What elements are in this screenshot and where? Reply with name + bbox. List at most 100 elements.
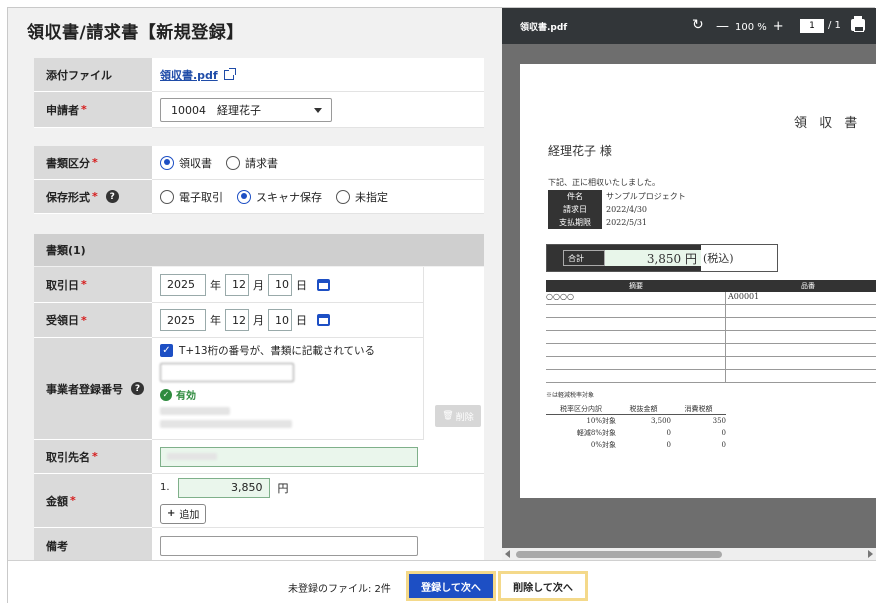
calendar-icon[interactable] (317, 314, 330, 326)
receipt-month-input[interactable]: 12 (225, 309, 249, 331)
pdf-tax-table: 税率区分内訳 税抜金額 消費税額 10%対象 3,500 350 軽減8%対象 … (546, 404, 726, 451)
receipt-day-input[interactable]: 10 (268, 309, 292, 331)
add-button[interactable]: + 追加 (160, 503, 207, 524)
pdf-total-note: (税込) (703, 252, 734, 265)
pdf-tax-header: 税率区分内訳 税抜金額 消費税額 (546, 404, 726, 415)
delete-button[interactable]: 🗑 削除 (435, 405, 481, 427)
partner-input[interactable] (160, 446, 418, 467)
scroll-right-icon[interactable] (868, 550, 873, 558)
radio-unspecified[interactable]: 未指定 (336, 189, 388, 205)
month-unit: 月 (253, 314, 264, 327)
pdf-table-row (546, 370, 876, 383)
radio-receipt[interactable]: 領収書 (160, 155, 212, 171)
applicant-value: 10004 経理花子 (171, 103, 261, 117)
radio-empty-icon (160, 189, 174, 204)
radio-empty-icon (336, 189, 350, 204)
notes-label: 備考 (34, 528, 152, 560)
radio-invoice[interactable]: 請求書 (226, 155, 278, 171)
radio-electronic[interactable]: 電子取引 (160, 189, 223, 205)
pdf-info-row: 請求日 2022/4/30 (548, 203, 686, 216)
notes-row: 備考 (34, 528, 484, 560)
transaction-year-input[interactable]: 2025 (160, 273, 206, 296)
amount-row: 金額 * 1. 3,850 円 + 追加 (34, 474, 484, 528)
receipt-date-row: 受領日 * 2025 年 12 月 10 日 (34, 303, 423, 338)
applicant-label: 申請者 (46, 103, 79, 117)
rotate-icon[interactable]: ↻ (692, 17, 704, 33)
notes-input[interactable] (160, 535, 418, 556)
attachment-link[interactable]: 領収書.pdf (160, 67, 218, 83)
doc-type-row: 書類区分 * 領収書 請求書 (34, 146, 484, 180)
section-header: 書類(1) (34, 234, 484, 266)
pdf-info-row: 件名 サンプルプロジェクト (548, 190, 686, 203)
pdf-tax-row: 10%対象 3,500 350 (586, 417, 726, 425)
help-icon[interactable]: ? (105, 190, 119, 203)
storage-row: 保存形式 *? 電子取引 スキャナ保存 未指定 (34, 180, 484, 214)
radio-selected-icon (237, 189, 251, 204)
pdf-table-row (546, 305, 876, 318)
print-icon[interactable] (851, 16, 865, 32)
required-mark: * (92, 190, 98, 203)
required-mark: * (81, 278, 87, 291)
radio-scanner[interactable]: スキャナ保存 (237, 189, 322, 205)
transaction-month-input[interactable]: 12 (225, 273, 249, 296)
partner-label: 取引先名 (46, 450, 90, 464)
business-reg-input[interactable] (160, 363, 294, 382)
form-panel: 領収書/請求書【新規登録】 添付ファイル 領収書.pdf 申請者 * 10004 … (8, 8, 502, 560)
calendar-icon[interactable] (317, 278, 330, 291)
attachment-row: 添付ファイル 領収書.pdf (34, 58, 484, 92)
pdf-table-row (546, 318, 876, 331)
amount-unit: 円 (277, 481, 289, 495)
radio-empty-icon (226, 155, 240, 170)
pdf-info-table: 件名 サンプルプロジェクト 請求日 2022/4/30 支払期限 2022/5/31 (548, 190, 686, 229)
required-mark: * (70, 494, 76, 507)
receipt-year-input[interactable]: 2025 (160, 309, 206, 331)
page-total: / 1 (828, 20, 841, 31)
year-unit: 年 (210, 314, 221, 327)
checkbox-checked-icon[interactable]: ✓ (160, 344, 173, 357)
pdf-tax-note: ※は軽減税率対象 (546, 392, 595, 399)
pdf-tax-row: 0%対象 0 0 (590, 441, 726, 449)
pdf-viewer: 領収書.pdf ↻ — 100 % + 1 / 1 領 収 書 経理花子 様 下記、… (502, 8, 876, 560)
redacted-text (160, 420, 292, 428)
help-icon[interactable]: ? (131, 382, 144, 395)
page-number-input[interactable]: 1 (800, 19, 824, 33)
applicant-select[interactable]: 10004 経理花子 (160, 97, 332, 122)
day-unit: 日 (296, 278, 307, 292)
redacted-text (167, 453, 217, 460)
pdf-tax-row: 軽減8%対象 0 0 (576, 429, 726, 437)
valid-text: 有効 (176, 391, 196, 402)
scrollbar-thumb[interactable] (516, 551, 722, 558)
register-next-button[interactable]: 登録して次へ (406, 571, 496, 601)
amount-label: 金額 (46, 494, 68, 508)
attachment-label: 添付ファイル (34, 58, 152, 92)
radio-selected-icon (160, 155, 174, 170)
transaction-date-label: 取引日 (46, 278, 79, 292)
zoom-level: 100 % (735, 22, 767, 33)
pdf-table-row (546, 331, 876, 344)
external-link-icon[interactable] (223, 67, 236, 80)
pdf-item-table: 摘要 品番 ○○○○ A00001 (546, 280, 876, 383)
required-mark: * (92, 156, 98, 169)
pdf-page: 領 収 書 経理花子 様 下記、正に相収いたしました。 件名 サンプルプロジェクト… (520, 64, 876, 498)
required-mark: * (81, 313, 87, 327)
receipt-date-label: 受領日 (46, 314, 79, 327)
business-reg-label: 事業者登録番号 (46, 382, 123, 396)
pdf-table-header: 摘要 品番 (546, 280, 876, 292)
trash-icon: 🗑 (442, 411, 454, 421)
required-mark: * (92, 450, 98, 463)
transaction-date-row: 取引日 * 2025 年 12 月 10 日 (34, 267, 423, 303)
pdf-total-label: 合計 (563, 250, 605, 266)
transaction-day-input[interactable]: 10 (268, 273, 292, 296)
pdf-info-row: 支払期限 2022/5/31 (548, 216, 686, 229)
doc-type-label: 書類区分 (46, 156, 90, 170)
zoom-out-button[interactable]: — (716, 19, 729, 34)
pdf-filename: 領収書.pdf (520, 23, 568, 33)
plus-icon: + (167, 508, 176, 519)
amount-input[interactable]: 3,850 (177, 477, 270, 498)
delete-next-button[interactable]: 削除して次へ (498, 571, 588, 601)
amount-index: 1. (160, 482, 170, 493)
business-reg-row: 事業者登録番号? ✓ T+13桁の番号が、書類に記載されている ✓ 有効 (34, 338, 423, 440)
footer-bar: 未登録のファイル: 2件 登録して次へ 削除して次へ (8, 560, 876, 604)
zoom-in-button[interactable]: + (773, 19, 784, 34)
scroll-left-icon[interactable] (505, 550, 510, 558)
